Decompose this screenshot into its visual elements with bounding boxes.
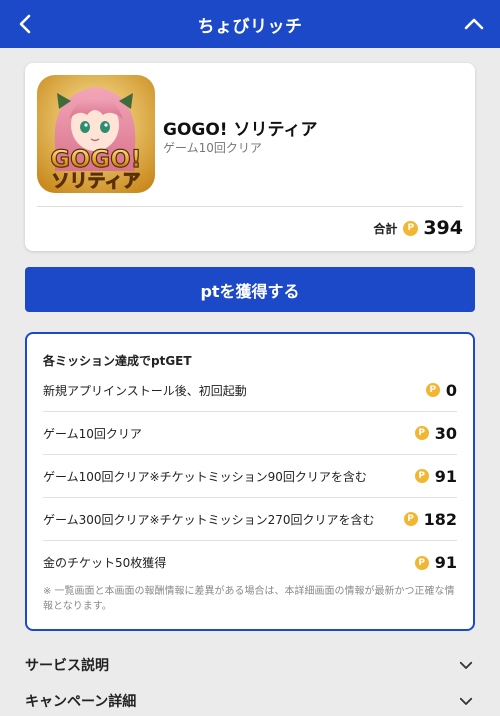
app-card: GOGO! ソリティア GOGO! ソリティア ゲーム10回クリア 合計 P 3… — [25, 63, 475, 251]
app-icon[interactable]: GOGO! ソリティア — [37, 75, 155, 193]
chevron-down-icon — [459, 661, 473, 669]
svg-text:ソリティア: ソリティア — [52, 171, 141, 192]
mission-label: ゲーム300回クリア※チケットミッション270回クリアを含む — [43, 512, 375, 527]
mission-label: 新規アプリインストール後、初回起動 — [43, 383, 247, 398]
mission-points: P 91 — [414, 466, 457, 486]
mission-points-value: 0 — [445, 380, 457, 400]
missions-panel: 各ミッション達成でptGET 新規アプリインストール後、初回起動 P 0 ゲーム… — [25, 332, 475, 631]
point-coin-icon: P — [414, 426, 429, 440]
chevron-up-icon[interactable] — [462, 12, 486, 36]
accordion-label: サービス説明 — [25, 658, 109, 674]
accordion-campaign-details[interactable]: キャンペーン詳細 — [25, 686, 475, 716]
disclaimer-note: ※ 一覧画面と本画面の報酬情報に差異がある場合は、本詳細画面の情報が最新かつ正確… — [43, 586, 455, 612]
point-coin-icon: P — [403, 220, 419, 236]
point-coin-icon: P — [414, 469, 429, 483]
mission-row: ゲーム100回クリア※チケットミッション90回クリアを含む P 91 — [43, 455, 457, 498]
total-label: 合計 — [373, 221, 398, 236]
mission-points-value: 91 — [434, 553, 457, 572]
top-bar: ちょびリッチ — [0, 0, 500, 48]
missions-header: 各ミッション達成でptGET — [43, 354, 192, 368]
mission-points: P 30 — [414, 423, 457, 443]
svg-text:GOGO!: GOGO! — [50, 145, 141, 173]
chevron-down-icon — [459, 697, 473, 705]
page-title: ちょびリッチ — [197, 16, 303, 37]
total-points: 合計 P 394 — [373, 217, 463, 239]
divider — [37, 206, 463, 207]
mission-label: 金のチケット50枚獲得 — [43, 556, 167, 570]
point-coin-icon: P — [425, 383, 440, 397]
mission-points-value: 91 — [434, 466, 457, 486]
total-value: 394 — [423, 217, 463, 239]
app-name: GOGO! ソリティア — [163, 120, 318, 140]
mission-points-value: 182 — [423, 509, 457, 529]
mission-row: 金のチケット50枚獲得 P 91 — [43, 541, 457, 584]
mission-row: ゲーム10回クリア P 30 — [43, 412, 457, 455]
mission-points: P 0 — [425, 380, 457, 400]
mission-points-value: 30 — [434, 423, 457, 443]
app-subtitle: ゲーム10回クリア — [163, 141, 262, 155]
point-coin-icon: P — [414, 555, 429, 570]
mission-row: 新規アプリインストール後、初回起動 P 0 — [43, 369, 457, 412]
accordion-label: キャンペーン詳細 — [25, 694, 137, 710]
mission-row: ゲーム300回クリア※チケットミッション270回クリアを含む P 182 — [43, 498, 457, 541]
mission-label: ゲーム100回クリア※チケットミッション90回クリアを含む — [43, 469, 367, 484]
accordion-service-description[interactable]: サービス説明 — [25, 650, 475, 680]
point-coin-icon: P — [403, 512, 418, 526]
back-chevron-icon[interactable] — [14, 12, 38, 36]
mission-points: P 91 — [414, 553, 457, 572]
get-points-button[interactable]: ptを獲得する — [25, 267, 475, 312]
mission-label: ゲーム10回クリア — [43, 426, 142, 441]
mission-points: P 182 — [403, 509, 457, 529]
